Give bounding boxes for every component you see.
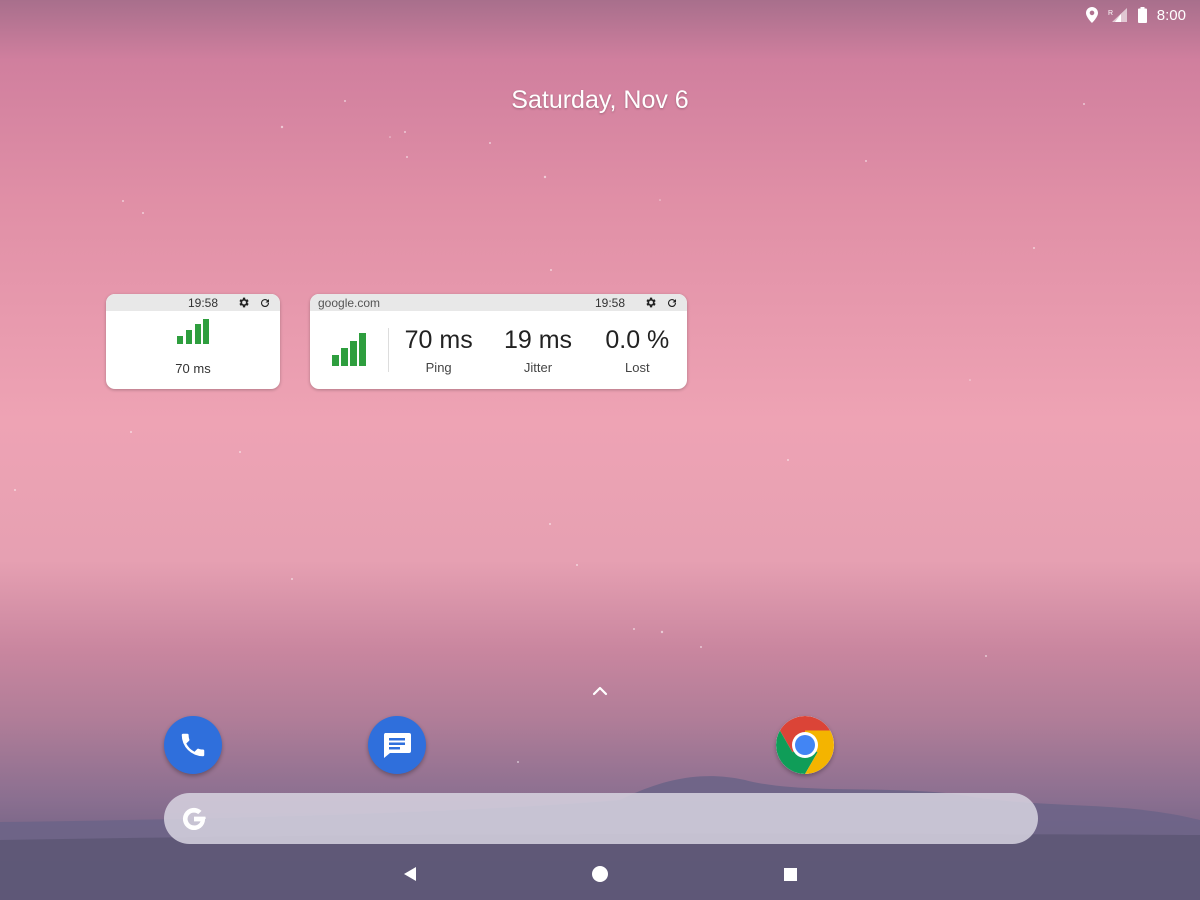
widget-header: 19:58 bbox=[106, 294, 280, 311]
ping-value: 70 ms bbox=[404, 325, 473, 354]
recents-button[interactable] bbox=[780, 864, 800, 884]
ping-value: 70 ms bbox=[175, 361, 211, 376]
widget-time: 19:58 bbox=[187, 295, 218, 310]
google-search-bar[interactable] bbox=[164, 793, 1038, 844]
chevron-up-icon[interactable] bbox=[591, 683, 609, 697]
jitter-label: Jitter bbox=[523, 359, 553, 375]
signal-bars-icon bbox=[332, 333, 366, 366]
status-time: 8:00 bbox=[1156, 6, 1186, 24]
chrome-app-icon[interactable] bbox=[776, 716, 834, 774]
messages-icon bbox=[383, 733, 411, 758]
jitter-metric: 19 ms Jitter bbox=[488, 326, 587, 375]
phone-app-icon[interactable] bbox=[164, 716, 222, 774]
status-bar: R 8:00 bbox=[1085, 0, 1200, 30]
widget-time: 19:58 bbox=[594, 295, 625, 310]
date-label[interactable]: Saturday, Nov 6 bbox=[0, 86, 1200, 115]
lost-label: Lost bbox=[625, 359, 650, 375]
back-icon bbox=[404, 867, 416, 881]
refresh-icon[interactable] bbox=[665, 296, 679, 310]
ping-metric: 70 ms Ping bbox=[389, 326, 488, 375]
recents-icon bbox=[783, 867, 797, 881]
navigation-bar bbox=[0, 852, 1200, 892]
chrome-icon bbox=[776, 716, 834, 774]
ping-widget-large[interactable]: google.com 19:58 70 ms Ping 19 ms Jitter… bbox=[310, 294, 687, 389]
ping-label: Ping bbox=[425, 359, 452, 375]
jitter-value: 19 ms bbox=[503, 325, 573, 354]
signal-bars-icon bbox=[177, 319, 209, 344]
messages-app-icon[interactable] bbox=[368, 716, 426, 774]
widget-host: google.com bbox=[318, 295, 381, 310]
google-logo-icon bbox=[182, 807, 206, 830]
refresh-icon[interactable] bbox=[258, 296, 272, 310]
signal-icon: R bbox=[1108, 7, 1128, 23]
location-icon bbox=[1085, 7, 1098, 23]
home-button[interactable] bbox=[590, 864, 610, 884]
back-button[interactable] bbox=[400, 864, 420, 884]
lost-metric: 0.0 % Lost bbox=[588, 326, 687, 375]
lost-value: 0.0 % bbox=[605, 325, 670, 354]
battery-icon bbox=[1137, 7, 1147, 23]
settings-icon[interactable] bbox=[236, 296, 250, 310]
settings-icon[interactable] bbox=[643, 296, 657, 310]
widget-header: google.com 19:58 bbox=[310, 294, 687, 311]
phone-icon bbox=[181, 733, 205, 757]
ping-widget-small[interactable]: 19:58 70 ms bbox=[106, 294, 280, 389]
home-icon bbox=[592, 866, 608, 882]
svg-text:R: R bbox=[1108, 10, 1113, 17]
